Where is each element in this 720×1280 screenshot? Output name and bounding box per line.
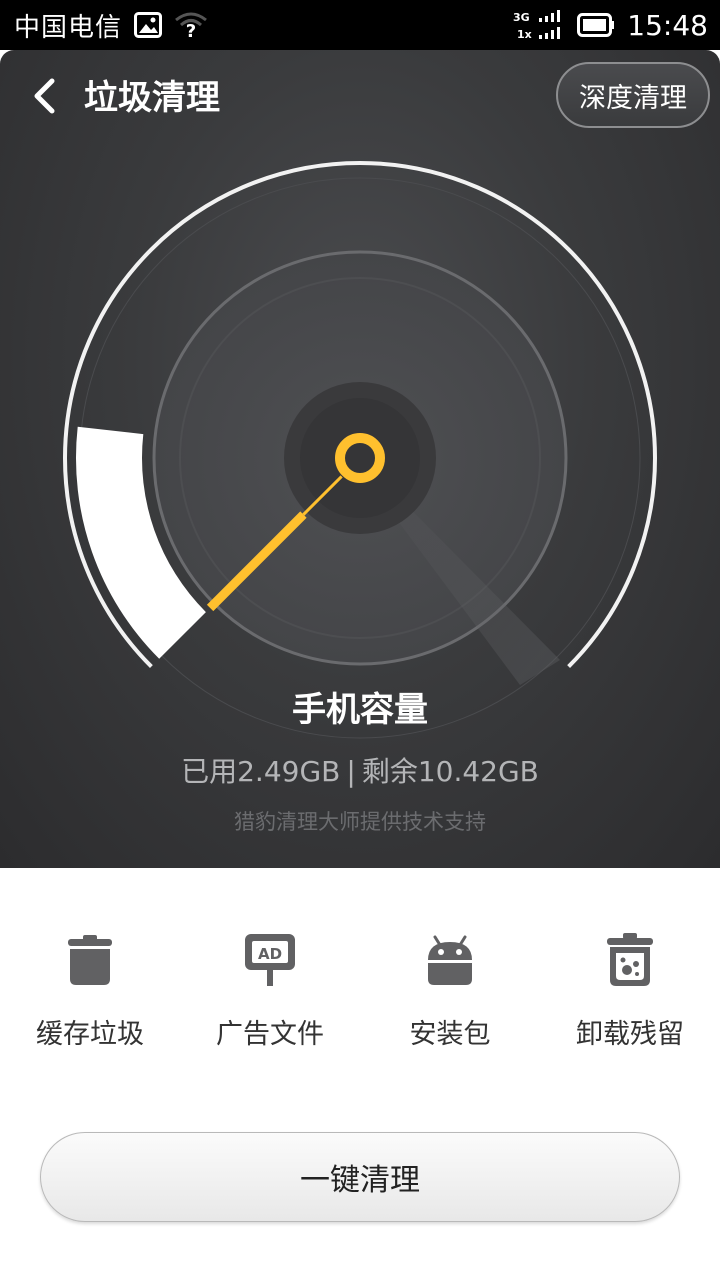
category-label: 广告文件 [216, 1019, 324, 1050]
deep-clean-button[interactable]: 深度清理 [556, 62, 710, 128]
status-bar: 中国电信 ? 3G 1x 15:48 [0, 0, 720, 50]
network-type-bottom: 1x [517, 28, 532, 41]
clock: 15:48 [627, 8, 708, 42]
storage-panel: 垃圾清理 深度清理 手机容量 已用2.49GB | 剩余10.42GB 猎豹清理大师… [0, 50, 720, 868]
chevron-left-icon [30, 76, 58, 120]
category-install-packages[interactable]: 安装包 [360, 930, 540, 1060]
svg-text:?: ? [186, 21, 196, 39]
storage-separator: | [346, 755, 356, 788]
used-storage: 已用2.49GB [181, 755, 341, 788]
remaining-storage: 剩余10.42GB [361, 755, 539, 788]
battery-icon [577, 13, 615, 37]
category-label: 缓存垃圾 [36, 1019, 144, 1050]
category-uninstall-residue[interactable]: 卸载残留 [540, 930, 720, 1060]
junk-categories: 缓存垃圾 AD 广告文件 安装包 卸载残留 [0, 930, 720, 1060]
header: 垃圾清理 深度清理 [0, 50, 720, 146]
category-label: 安装包 [409, 1019, 491, 1050]
category-ad-files[interactable]: AD 广告文件 [180, 930, 360, 1060]
capacity-detail: 已用2.49GB | 剩余10.42GB [0, 750, 720, 790]
page-title: 垃圾清理 [84, 78, 220, 118]
residue-bin-icon [600, 930, 660, 990]
android-icon [420, 930, 480, 990]
back-button[interactable] [22, 74, 66, 122]
carrier-label: 中国电信 [14, 12, 123, 43]
signal-icon: 3G 1x [513, 9, 565, 41]
svg-text:AD: AD [258, 945, 282, 963]
storage-gauge [63, 161, 657, 739]
ad-sign-icon: AD [240, 930, 300, 990]
image-notification-icon [134, 12, 163, 38]
network-type-top: 3G [513, 11, 530, 24]
wifi-unknown-icon: ? [174, 11, 208, 39]
category-cache-junk[interactable]: 缓存垃圾 [0, 930, 180, 1060]
powered-by-text: 猎豹清理大师提供技术支持 [234, 810, 486, 834]
category-label: 卸载残留 [576, 1019, 684, 1050]
one-tap-clean-button[interactable]: 一键清理 [40, 1132, 680, 1222]
trash-can-icon [60, 930, 120, 990]
capacity-title: 手机容量 [292, 690, 428, 730]
